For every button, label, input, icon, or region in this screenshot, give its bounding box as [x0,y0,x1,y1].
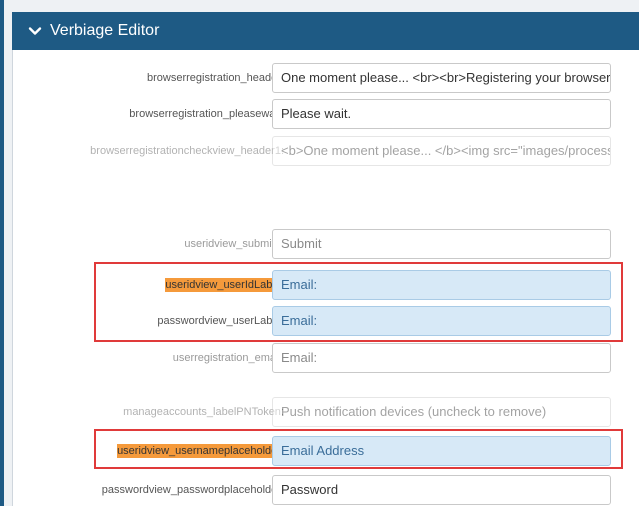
verbiage-key-label: userregistration_email: [172,352,284,364]
verbiage-row: browserregistrationcheckview_header1: <b… [12,136,639,166]
verbiage-key-label: manageaccounts_labelPNToken: [123,406,284,418]
chevron-down-icon[interactable] [28,24,42,38]
background-strip [4,0,12,506]
verbiage-value-field[interactable]: Email: [272,306,611,336]
verbiage-key-label: browserregistration_header: [147,72,284,84]
verbiage-editor-header[interactable]: Verbiage Editor [12,12,639,50]
verbiage-value-field[interactable]: <b>One moment please... </b><img src="im… [272,136,611,166]
verbiage-row-highlighted: useridview_usernameplaceholder: Email Ad… [12,436,639,466]
verbiage-value-field[interactable]: Email: [272,343,611,373]
verbiage-row: userregistration_email: Email: [12,343,639,373]
verbiage-row-highlighted: passwordview_userLabel: Email: [12,306,639,336]
verbiage-row: manageaccounts_labelPNToken: Push notifi… [12,397,639,427]
background-top-strip [4,0,639,12]
verbiage-key-label: passwordview_passwordplaceholder: [101,484,284,496]
verbiage-row-highlighted: useridview_userIdLabel: Email: [12,270,639,300]
verbiage-value-field[interactable]: Password [272,475,611,505]
verbiage-row: browserregistration_pleasewait: Please w… [12,99,639,129]
verbiage-value-field[interactable]: Email Address [272,436,611,466]
verbiage-value-field[interactable]: Submit [272,229,611,259]
panel-title: Verbiage Editor [50,22,160,39]
verbiage-row: useridview_submit1: Submit [12,229,639,259]
verbiage-key-label: browserregistration_pleasewait: [129,108,284,120]
verbiage-key-label: useridview_submit1: [184,238,284,250]
verbiage-value-field[interactable]: One moment please... <br><br>Registering… [272,63,611,93]
verbiage-key-label: browserregistrationcheckview_header1: [90,145,284,157]
verbiage-key-label: useridview_userIdLabel: [165,278,284,292]
verbiage-value-field[interactable]: Please wait. [272,99,611,129]
verbiage-row: passwordview_passwordplaceholder: Passwo… [12,475,639,505]
verbiage-key-label: useridview_usernameplaceholder: [117,444,284,458]
verbiage-value-field[interactable]: Push notification devices (uncheck to re… [272,397,611,427]
verbiage-value-field[interactable]: Email: [272,270,611,300]
verbiage-row: browserregistration_header: One moment p… [12,63,639,93]
verbiage-key-label: passwordview_userLabel: [157,315,284,327]
